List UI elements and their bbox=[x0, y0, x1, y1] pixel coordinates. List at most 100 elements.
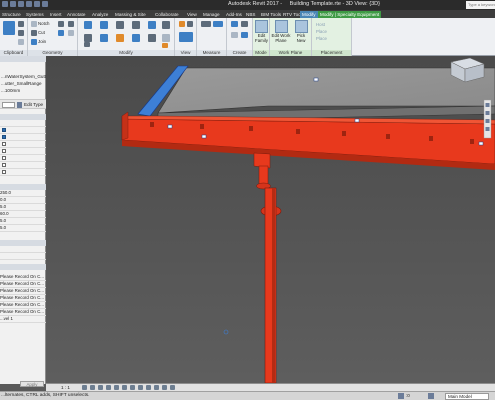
open-icon[interactable] bbox=[10, 1, 16, 7]
detail-level-icon[interactable] bbox=[82, 385, 87, 390]
visual-style-icon[interactable] bbox=[90, 385, 95, 390]
reveal-hidden-icon[interactable] bbox=[154, 385, 159, 390]
pin-icon[interactable] bbox=[84, 42, 90, 47]
param-row[interactable]: 250.0 bbox=[0, 190, 46, 197]
param-checkbox[interactable] bbox=[2, 162, 6, 167]
notch-icon[interactable] bbox=[31, 21, 37, 27]
param-value[interactable]: Please Record On C... bbox=[0, 281, 44, 287]
align-icon[interactable] bbox=[84, 21, 92, 29]
worksets-icon[interactable] bbox=[398, 393, 404, 399]
notch-label[interactable]: Notch bbox=[38, 21, 49, 26]
cut-icon[interactable] bbox=[18, 21, 24, 27]
param-row[interactable]: Please Record On C... bbox=[0, 309, 46, 316]
tab-modify-specialty-equipment[interactable]: Modify | Specialty Equipment bbox=[318, 11, 382, 18]
param-row[interactable]: ...vel 1 bbox=[0, 316, 46, 323]
param-checkbox[interactable] bbox=[2, 169, 6, 174]
param-value[interactable]: 250.0 bbox=[0, 190, 11, 196]
param-value[interactable]: 60.0 bbox=[0, 211, 9, 217]
param-value[interactable]: Please Record On C... bbox=[0, 274, 44, 280]
undo-icon[interactable] bbox=[26, 1, 32, 7]
param-value[interactable]: Please Record On C... bbox=[0, 302, 44, 308]
temporary-hide-icon[interactable] bbox=[146, 385, 151, 390]
tab-modify[interactable]: Modify bbox=[300, 11, 318, 18]
edit-family-button[interactable]: Edit Family bbox=[253, 20, 270, 48]
create-assembly-icon[interactable] bbox=[231, 21, 238, 27]
array-icon[interactable] bbox=[148, 34, 156, 42]
grip-handle[interactable] bbox=[167, 124, 173, 129]
split-icon[interactable] bbox=[148, 21, 156, 29]
edit-work-plane-button[interactable]: Edit Work Plane bbox=[271, 20, 291, 48]
grip-handle[interactable] bbox=[201, 134, 207, 139]
sun-path-icon[interactable] bbox=[98, 385, 103, 390]
edit-type-button[interactable]: Edit Type bbox=[24, 102, 43, 107]
tab-bim-tools[interactable]: BIM Tools bbox=[261, 11, 281, 18]
tab-collaborate[interactable]: Collaborate bbox=[155, 11, 179, 18]
redo-icon[interactable] bbox=[34, 1, 40, 7]
param-row[interactable]: Please Record On C... bbox=[0, 288, 46, 295]
param-value[interactable]: 5.0 bbox=[0, 218, 6, 224]
measure-icon[interactable] bbox=[201, 21, 211, 27]
copy-element-icon[interactable] bbox=[100, 34, 108, 42]
param-row[interactable] bbox=[0, 127, 46, 134]
crop-view-icon[interactable] bbox=[122, 385, 127, 390]
split-gap-icon[interactable] bbox=[162, 21, 170, 29]
show-crop-icon[interactable] bbox=[130, 385, 135, 390]
paste-icon[interactable] bbox=[3, 21, 15, 35]
3d-viewport[interactable] bbox=[46, 56, 495, 383]
param-row[interactable]: 0.0 bbox=[0, 197, 46, 204]
app-logo-icon[interactable] bbox=[2, 1, 8, 7]
render-icon[interactable] bbox=[114, 385, 119, 390]
param-row[interactable]: Please Record On C... bbox=[0, 295, 46, 302]
roof-slab-top[interactable] bbox=[157, 67, 495, 114]
param-value[interactable]: 0.0 bbox=[0, 197, 6, 203]
param-checkbox[interactable] bbox=[2, 127, 6, 132]
param-value[interactable]: 5.0 bbox=[0, 204, 6, 210]
hide-icon[interactable] bbox=[187, 21, 193, 27]
worksharing-icon[interactable] bbox=[162, 385, 167, 390]
filter-dropdown[interactable] bbox=[2, 102, 15, 108]
tab-insert[interactable]: Insert bbox=[50, 11, 62, 18]
tab-massing-site[interactable]: Massing & Site bbox=[115, 11, 146, 18]
param-row[interactable]: 5.0 bbox=[0, 218, 46, 225]
design-options-icon[interactable] bbox=[428, 393, 434, 399]
param-row[interactable] bbox=[0, 141, 46, 148]
tab-view[interactable]: View bbox=[187, 11, 197, 18]
paint-icon[interactable] bbox=[58, 30, 64, 36]
demolish-icon[interactable] bbox=[68, 30, 74, 36]
lock-view-icon[interactable] bbox=[138, 385, 143, 390]
grip-handle[interactable] bbox=[313, 77, 319, 82]
lightbulb-icon[interactable] bbox=[179, 21, 185, 27]
scale-icon[interactable] bbox=[162, 34, 170, 42]
cut-geometry-icon[interactable] bbox=[31, 30, 37, 36]
param-checkbox[interactable] bbox=[2, 134, 6, 139]
param-row[interactable] bbox=[0, 155, 46, 162]
tab-analyze[interactable]: Analyze bbox=[92, 11, 108, 18]
apply-button[interactable]: Apply bbox=[20, 381, 44, 387]
grip-handle[interactable] bbox=[478, 141, 484, 146]
rotate-icon[interactable] bbox=[116, 34, 124, 42]
save-icon[interactable] bbox=[18, 1, 24, 7]
copy-icon[interactable] bbox=[18, 30, 24, 36]
placement-place-label[interactable]: Place bbox=[316, 36, 327, 41]
search-input[interactable]: Type a keyword bbox=[466, 1, 495, 9]
param-checkbox[interactable] bbox=[2, 148, 6, 153]
shadows-icon[interactable] bbox=[106, 385, 111, 390]
param-row[interactable]: 5.0 bbox=[0, 225, 46, 232]
highlight-icon[interactable] bbox=[170, 385, 175, 390]
match-properties-icon[interactable] bbox=[18, 39, 24, 45]
3d-model-canvas[interactable] bbox=[46, 56, 495, 383]
placement-host-label[interactable]: Host bbox=[316, 22, 325, 27]
pick-new-button[interactable]: Pick New bbox=[292, 20, 310, 48]
join-icon[interactable] bbox=[31, 39, 37, 45]
param-row[interactable] bbox=[0, 169, 46, 176]
trim-icon[interactable] bbox=[132, 34, 140, 42]
param-value[interactable]: 5.0 bbox=[0, 225, 6, 231]
override-graphics-icon[interactable] bbox=[179, 32, 193, 42]
create-group-icon[interactable] bbox=[231, 32, 238, 38]
create-similar-icon[interactable] bbox=[241, 32, 248, 38]
param-row[interactable] bbox=[0, 134, 46, 141]
wall-join-icon[interactable] bbox=[58, 21, 64, 27]
param-value[interactable]: Please Record On C... bbox=[0, 309, 44, 315]
navigation-bar[interactable] bbox=[483, 99, 492, 139]
param-row[interactable]: 60.0 bbox=[0, 211, 46, 218]
